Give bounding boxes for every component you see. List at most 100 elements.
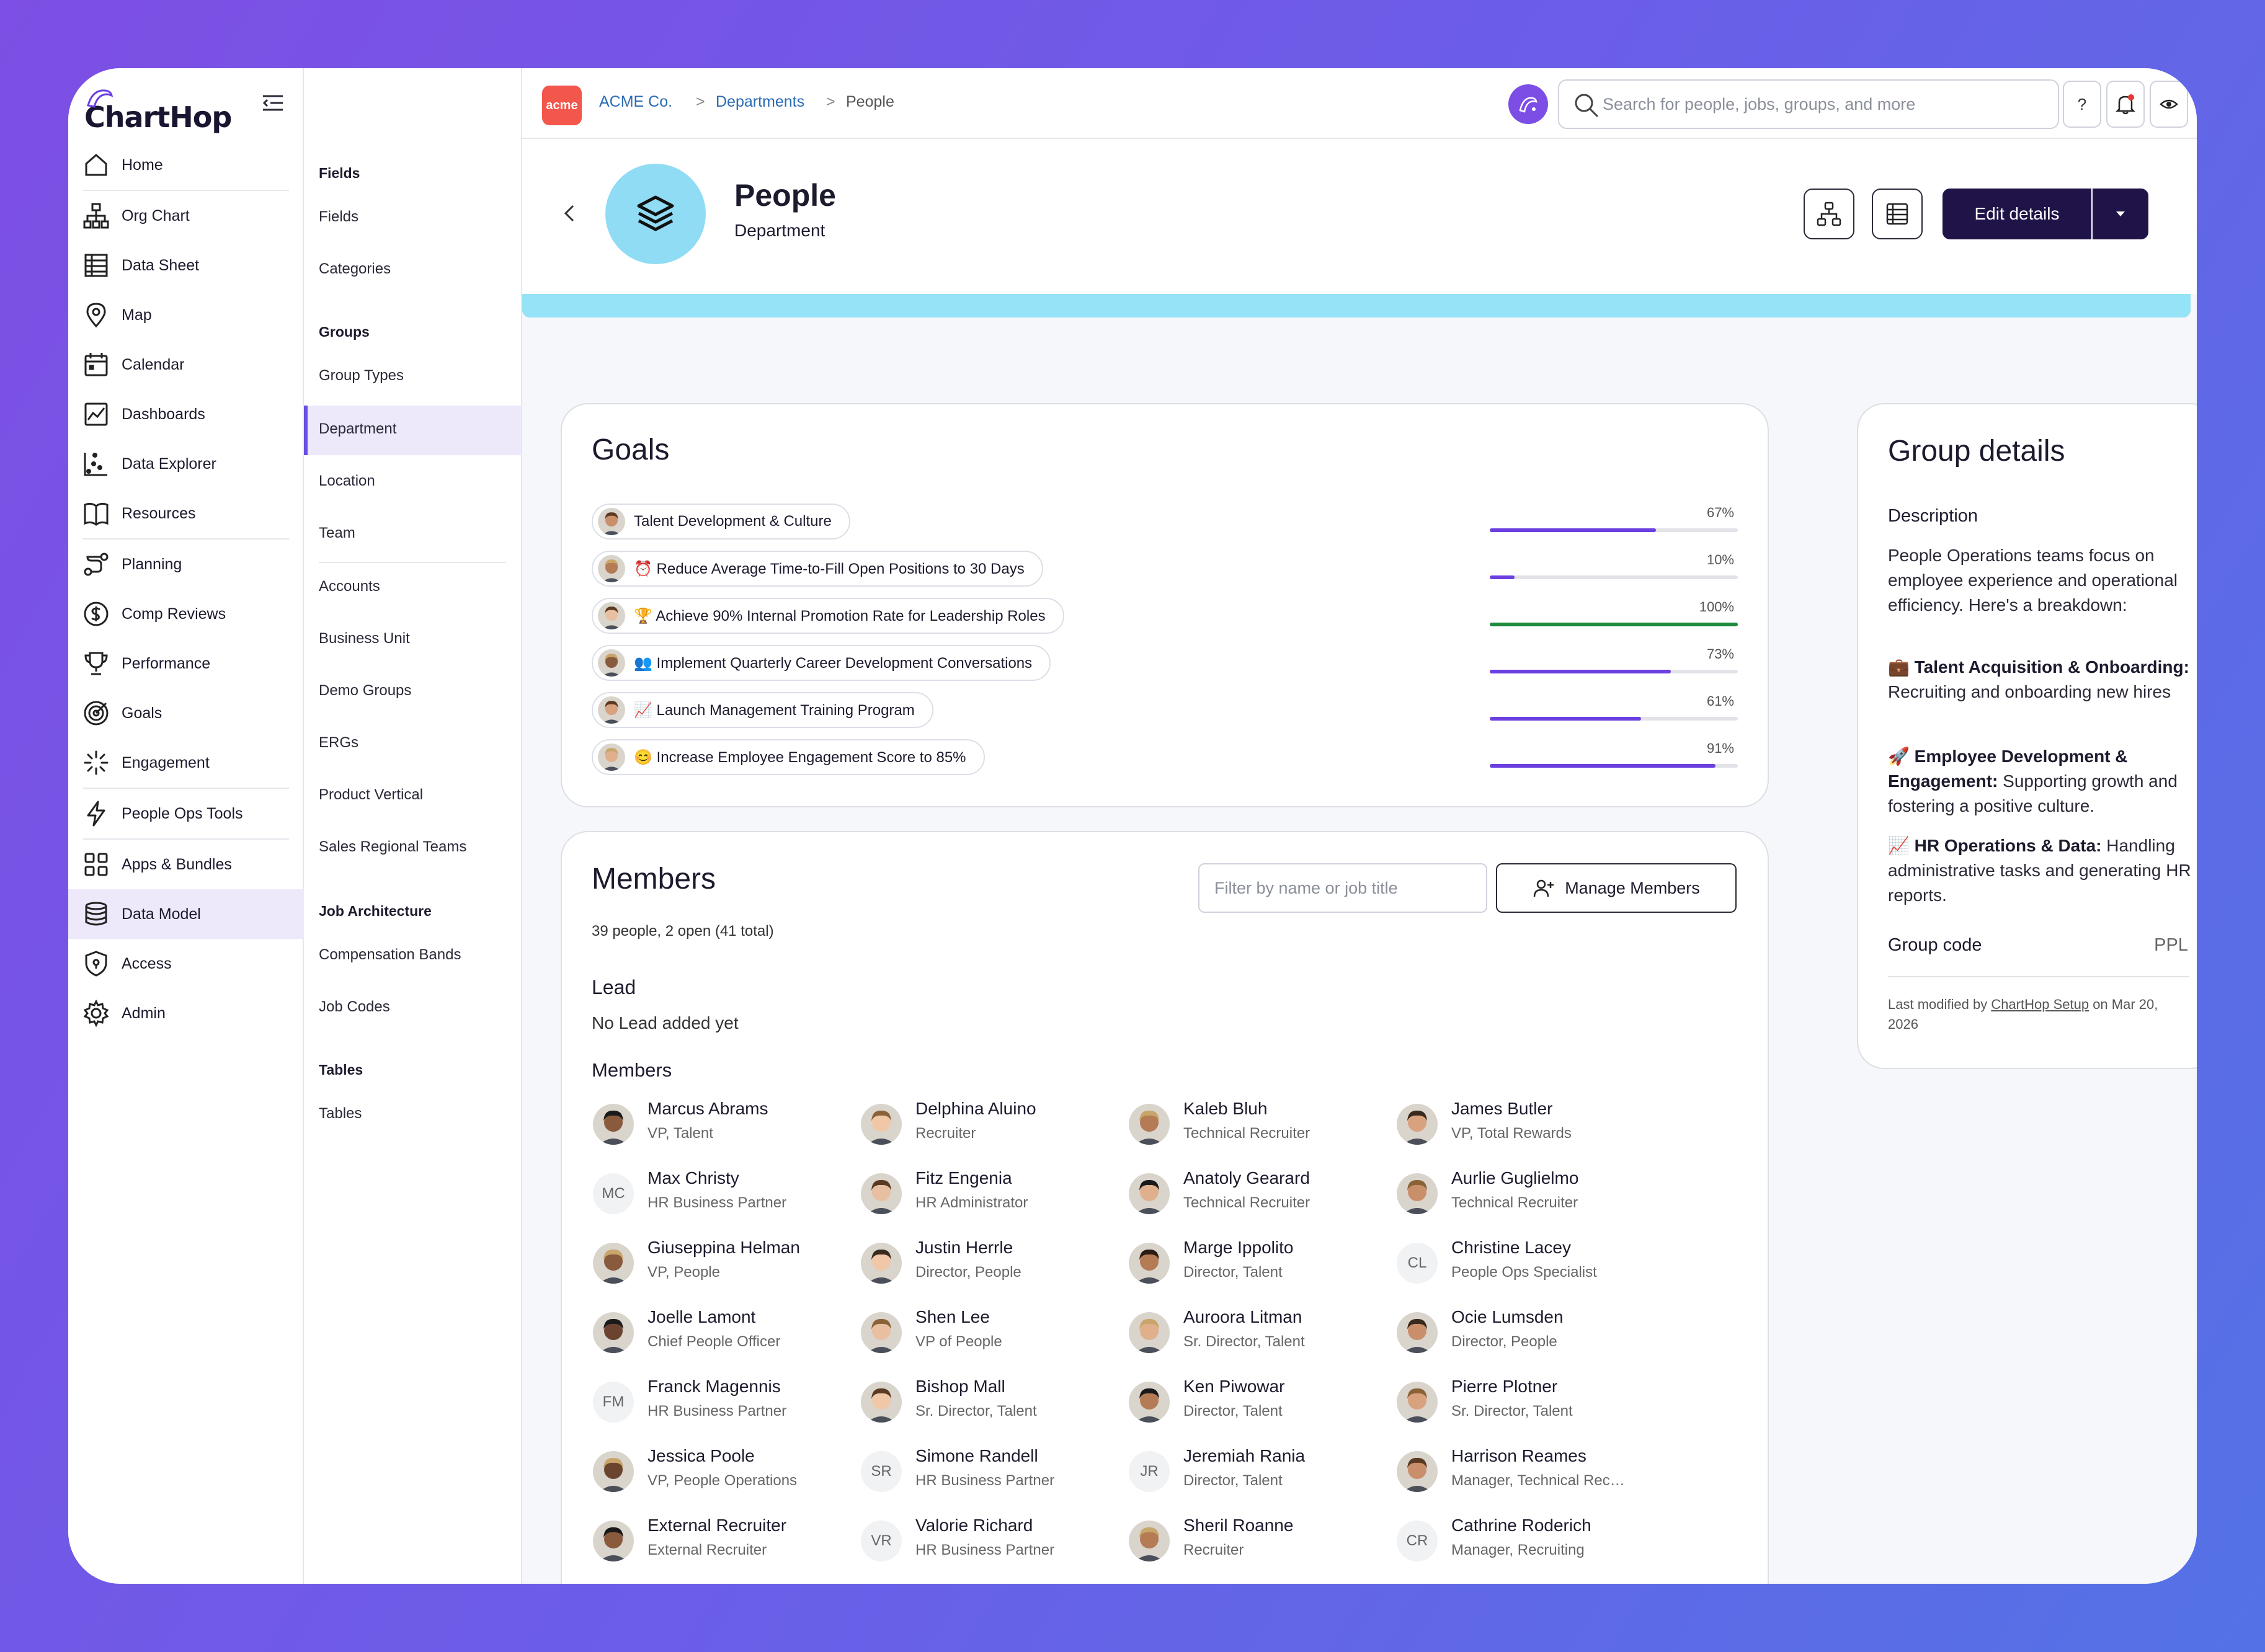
sidebar-item-access[interactable]: Access [68,939,304,988]
subnav-item-product-vertical[interactable]: Product Vertical [319,786,423,804]
member-item[interactable]: Aurlie Guglielmo Technical Recruiter [1397,1168,1657,1224]
ai-assistant-button[interactable] [1508,84,1548,124]
member-item[interactable]: CL Christine Lacey People Ops Specialist [1397,1238,1657,1294]
member-item[interactable]: Sheril Roanne Recruiter [1129,1516,1389,1571]
org-chart-view-button[interactable] [1804,189,1854,239]
goal-pill[interactable]: 👥 Implement Quarterly Career Development… [592,645,1051,681]
goal-percent: 100% [1699,599,1734,615]
member-filter-input[interactable]: Filter by name or job title [1198,863,1487,913]
sidebar-item-label: Data Model [122,905,201,923]
member-item[interactable]: MC Max Christy HR Business Partner [593,1168,853,1224]
member-item[interactable]: Shen Lee VP of People [861,1307,1121,1363]
member-item[interactable]: Justin Herrle Director, People [861,1238,1121,1294]
goal-progress-bar [1490,764,1738,768]
group-title: People [734,178,836,213]
member-item[interactable]: Ken Piwowar Director, Talent [1129,1377,1389,1432]
data-sheet-view-button[interactable] [1872,189,1923,239]
member-avatar [1397,1382,1438,1423]
subnav-item-accounts[interactable]: Accounts [319,578,380,595]
member-item[interactable]: VR Valorie Richard HR Business Partner [861,1516,1121,1571]
sidebar-item-home[interactable]: Home [68,140,304,190]
sidebar-item-goals[interactable]: Goals [68,688,304,738]
subnav-item-compensation-bands[interactable]: Compensation Bands [319,946,461,964]
sidebar-item-engagement[interactable]: Engagement [68,738,304,788]
sidebar-item-calendar[interactable]: Calendar [68,340,304,389]
member-name: Justin Herrle [915,1238,1013,1257]
group-details-card: Group details Description People Operati… [1857,403,2197,1069]
member-item[interactable]: Giuseppina Helman VP, People [593,1238,853,1294]
sidebar-item-performance[interactable]: Performance [68,639,304,688]
sidebar-item-admin[interactable]: Admin [68,988,304,1038]
subnav-item-demo-groups[interactable]: Demo Groups [319,682,411,699]
member-item[interactable]: Anatoly Gearard Technical Recruiter [1129,1168,1389,1224]
goal-pill[interactable]: 🏆 Achieve 90% Internal Promotion Rate fo… [592,598,1064,634]
sidebar-item-resources[interactable]: Resources [68,489,304,538]
goal-pill[interactable]: 📈 Launch Management Training Program [592,692,933,728]
member-avatar [1129,1243,1170,1284]
breadcrumb-departments[interactable]: Departments [716,93,804,111]
modified-by-link[interactable]: ChartHop Setup [1991,997,2089,1012]
member-item[interactable]: Marcus Abrams VP, Talent [593,1099,853,1155]
breadcrumb-org[interactable]: ACME Co. [599,93,672,111]
add-user-icon [1533,879,1554,897]
sidebar-item-org-chart[interactable]: Org Chart [68,191,304,241]
member-item[interactable]: FM Franck Magennis HR Business Partner [593,1377,853,1432]
goal-pill[interactable]: Talent Development & Culture [592,504,850,540]
subnav-item-team[interactable]: Team [319,525,355,542]
member-item[interactable]: JR Jeremiah Rania Director, Talent [1129,1446,1389,1502]
subnav-item-categories[interactable]: Categories [319,260,391,278]
last-modified-text: Last modified by ChartHop Setup on Mar 2… [1888,997,2158,1032]
member-item[interactable]: Fitz Engenia HR Administrator [861,1168,1121,1224]
subnav-item-fields[interactable]: Fields [319,208,358,226]
sidebar-item-planning[interactable]: Planning [68,540,304,589]
member-item[interactable]: Jessica Poole VP, People Operations [593,1446,853,1502]
subnav-item-tables[interactable]: Tables [319,1105,362,1122]
subnav-item-job-codes[interactable]: Job Codes [319,998,390,1016]
sidebar-item-data-model[interactable]: Data Model [68,889,304,939]
goal-pill[interactable]: ⏰ Reduce Average Time-to-Fill Open Posit… [592,551,1043,587]
member-avatar [1397,1173,1438,1214]
sidebar-item-label: Apps & Bundles [122,855,232,873]
subnav-item-location[interactable]: Location [319,473,375,490]
notifications-button[interactable] [2106,81,2145,128]
global-search-input[interactable]: Search for people, jobs, groups, and mor… [1558,79,2059,129]
member-item[interactable]: Delphina Aluino Recruiter [861,1099,1121,1155]
goal-pill[interactable]: 😊 Increase Employee Engagement Score to … [592,739,985,775]
member-item[interactable]: Harrison Reames Manager, Technical Rec… [1397,1446,1657,1502]
collapse-sidebar-icon[interactable] [262,93,284,113]
subnav-item-ergs[interactable]: ERGs [319,734,358,752]
charthop-logo[interactable]: ChartHop [81,81,232,143]
sidebar-item-map[interactable]: Map [68,290,304,340]
edit-details-button[interactable]: Edit details [1942,189,2091,239]
subnav-item-department[interactable]: Department [319,420,396,438]
member-item[interactable]: External Recruiter External Recruiter [593,1516,853,1571]
sidebar-item-comp-reviews[interactable]: Comp Reviews [68,589,304,639]
member-item[interactable]: Kaleb Bluh Technical Recruiter [1129,1099,1389,1155]
sidebar-item-apps-bundles[interactable]: Apps & Bundles [68,840,304,889]
manage-members-button[interactable]: Manage Members [1496,863,1737,913]
subnav-item-sales-regional-teams[interactable]: Sales Regional Teams [319,838,466,856]
member-avatar [593,1451,634,1492]
help-button[interactable]: ? [2063,81,2101,128]
sidebar-item-dashboards[interactable]: Dashboards [68,389,304,439]
member-item[interactable]: James Butler VP, Total Rewards [1397,1099,1657,1155]
sidebar-item-data-sheet[interactable]: Data Sheet [68,241,304,290]
subnav-item-business-unit[interactable]: Business Unit [319,630,410,647]
subnav-heading-job-architecture: Job Architecture [319,903,432,919]
subnav-item-group-types[interactable]: Group Types [319,367,404,384]
member-name: Marge Ippolito [1183,1238,1294,1257]
member-item[interactable]: SR Simone Randell HR Business Partner [861,1446,1121,1502]
member-item[interactable]: Joelle Lamont Chief People Officer [593,1307,853,1363]
member-item[interactable]: Bishop Mall Sr. Director, Talent [861,1377,1121,1432]
edit-details-dropdown[interactable] [2093,189,2148,239]
member-item[interactable]: Auroora Litman Sr. Director, Talent [1129,1307,1389,1363]
back-arrow-icon[interactable] [562,201,577,226]
sidebar-item-data-explorer[interactable]: Data Explorer [68,439,304,489]
view-as-button[interactable] [2150,81,2188,128]
member-item[interactable]: Ocie Lumsden Director, People [1397,1307,1657,1363]
member-item[interactable]: CR Cathrine Roderich Manager, Recruiting [1397,1516,1657,1571]
org-logo[interactable]: acme [542,86,582,125]
sidebar-item-people-ops-tools[interactable]: People Ops Tools [68,789,304,838]
member-item[interactable]: Pierre Plotner Sr. Director, Talent [1397,1377,1657,1432]
member-item[interactable]: Marge Ippolito Director, Talent [1129,1238,1389,1294]
